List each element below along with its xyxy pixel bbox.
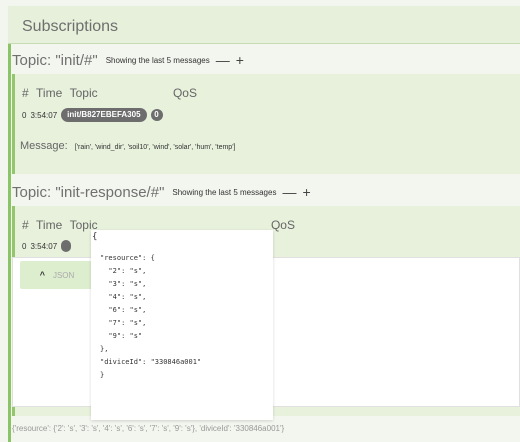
topic-note: Showing the last 5 messages <box>172 187 277 197</box>
col-hash: # <box>22 86 29 100</box>
qos-badge: 0 <box>150 109 163 121</box>
table-header: # Time Topic QoS <box>22 86 197 100</box>
topic-badge: init/B827EBEFA305 <box>61 108 147 122</box>
raw-message-text: {'resource': {'2': 's', '3': 's', '4': '… <box>12 424 285 433</box>
caret-up-icon: ^ <box>39 270 45 280</box>
col-qos: QoS <box>172 86 197 100</box>
increase-messages-button[interactable]: + <box>236 52 244 68</box>
topic-label: Topic: "init/#" <box>12 51 98 69</box>
col-qos: QoS <box>270 218 295 232</box>
col-time: Time <box>36 218 63 232</box>
message-label: Message: <box>20 140 68 152</box>
page-title: Subscriptions <box>22 18 119 35</box>
json-toggle-button[interactable]: ^ JSON <box>20 261 94 289</box>
col-hash: # <box>22 218 29 232</box>
message-line: Message: ['rain', 'wind_dir', 'soil10', … <box>20 140 235 152</box>
subscriptions-panel: Subscriptions Topic: "init/#" Showing th… <box>0 0 520 442</box>
decrease-messages-button[interactable]: — <box>216 52 230 68</box>
row-time: 3:54:07 <box>30 110 58 120</box>
message-body: ['rain', 'wind_dir', 'soil10', 'wind', '… <box>74 144 236 151</box>
decrease-messages-button[interactable]: — <box>282 184 296 200</box>
topic-note: Showing the last 5 messages <box>105 55 210 65</box>
row-time: 3:54:07 <box>30 241 58 251</box>
topic-row-init-response: Topic: "init-response/#" Showing the las… <box>12 182 311 202</box>
col-topic: Topic <box>69 86 98 100</box>
row-index: 0 <box>22 241 27 251</box>
increase-messages-button[interactable]: + <box>302 184 310 200</box>
table-row[interactable]: 0 3:54:07 <box>22 240 72 252</box>
topic-row-init: Topic: "init/#" Showing the last 5 messa… <box>12 50 244 70</box>
table-row[interactable]: 0 3:54:07 init/B827EBEFA305 0 <box>22 108 163 122</box>
json-open-brace: { <box>92 232 98 242</box>
json-code: "resource": { "2": "s", "3": "s", "4": "… <box>100 254 202 379</box>
col-time: Time <box>36 86 63 100</box>
row-index: 0 <box>22 110 27 120</box>
topic-badge <box>61 240 72 252</box>
json-button-label: JSON <box>52 270 75 280</box>
topic-label: Topic: "init-response/#" <box>12 183 165 201</box>
subscriptions-header: Subscriptions <box>8 6 520 44</box>
